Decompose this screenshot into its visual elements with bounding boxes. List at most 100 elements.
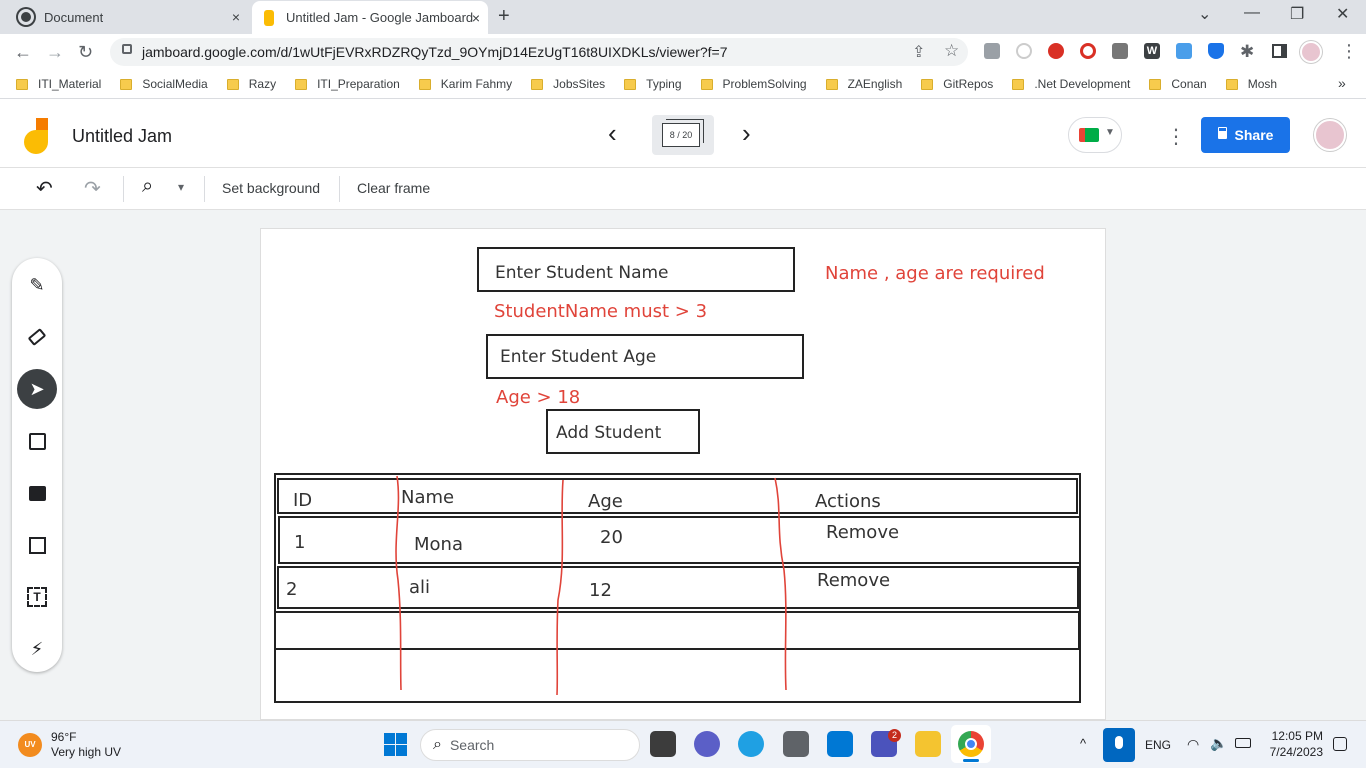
edge-icon[interactable] (738, 731, 764, 757)
lock-icon[interactable] (122, 44, 132, 54)
meet-button[interactable]: ▼ (1068, 117, 1122, 153)
bookmark-folder[interactable]: Typing (624, 77, 682, 91)
microphone-icon[interactable] (1103, 728, 1135, 762)
language-indicator[interactable]: ENG (1145, 738, 1171, 752)
weather-temp[interactable]: 96°F (51, 730, 76, 744)
age-validation-note: Age > 18 (496, 387, 581, 408)
previous-frame-button[interactable]: ‹ (608, 118, 617, 148)
minimize-button[interactable]: — (1244, 4, 1260, 22)
bookmark-folder[interactable]: JobsSites (531, 77, 605, 91)
cell-action: Remove (826, 522, 900, 543)
name-placeholder: Enter Student Name (495, 263, 669, 283)
teams-chat-icon[interactable] (694, 731, 720, 757)
blue-extension-icon[interactable] (1176, 43, 1192, 59)
tab-document[interactable]: Document × (8, 0, 248, 34)
uv-badge-icon[interactable]: UV (18, 733, 42, 757)
chrome-menu-icon[interactable]: ⋮ (1340, 41, 1358, 62)
red-divider-line (395, 475, 402, 691)
side-panel-icon[interactable] (1272, 44, 1287, 58)
bookmark-star-icon[interactable]: ☆ (944, 41, 959, 61)
clock-time[interactable]: 12:05 PM (1268, 729, 1323, 743)
age-placeholder: Enter Student Age (500, 347, 657, 367)
task-view-icon[interactable] (650, 731, 676, 757)
volume-icon[interactable]: 🔈 (1210, 735, 1227, 752)
file-explorer-icon[interactable] (915, 731, 941, 757)
tab-jamboard[interactable]: Untitled Jam - Google Jamboard × (252, 1, 488, 34)
frame-bar-button[interactable]: 8 / 20 (652, 115, 714, 155)
calculator-icon[interactable] (783, 731, 809, 757)
text-box-icon[interactable]: T (22, 582, 52, 612)
folder-icon (921, 78, 934, 90)
zoom-dropdown-icon[interactable]: ▾ (178, 180, 184, 194)
bookmark-folder[interactable]: Razy (226, 77, 276, 91)
maximize-button[interactable]: ❐ (1290, 4, 1304, 24)
bookmark-folder[interactable]: .Net Development (1012, 77, 1130, 91)
bookmark-folder[interactable]: ITI_Material (16, 77, 101, 91)
extension-icon[interactable] (1112, 43, 1128, 59)
undo-button[interactable]: ↶ (36, 176, 53, 201)
pen-icon[interactable]: ✎ (22, 270, 52, 300)
wifi-icon[interactable]: ◠ (1187, 736, 1199, 753)
redo-button[interactable]: ↷ (84, 176, 101, 201)
address-row: ← → ↻ jamboard.google.com/d/1wUtFjEVRxRD… (0, 34, 1366, 70)
clock-date[interactable]: 7/24/2023 (1263, 745, 1323, 759)
close-tab-icon[interactable]: × (232, 9, 240, 25)
more-options-icon[interactable]: ⋮ (1166, 124, 1186, 149)
close-window-button[interactable]: ✕ (1336, 4, 1349, 24)
back-button[interactable]: ← (14, 42, 32, 63)
player-extension-icon[interactable] (1016, 43, 1032, 59)
new-tab-button[interactable]: + (498, 5, 510, 28)
account-avatar[interactable] (1314, 119, 1346, 151)
select-cursor-icon[interactable]: ➤ (17, 369, 57, 409)
folder-icon (120, 78, 133, 90)
header-id: ID (293, 490, 313, 511)
bookmark-folder[interactable]: SocialMedia (120, 77, 208, 91)
camera-extension-icon[interactable] (984, 43, 1000, 59)
set-background-button[interactable]: Set background (222, 180, 320, 196)
url-text: jamboard.google.com/d/1wUtFjEVRxRDZRQyTz… (142, 44, 728, 60)
document-title[interactable]: Untitled Jam (72, 126, 172, 147)
tray-overflow-icon[interactable]: ^ (1080, 736, 1086, 751)
share-page-icon[interactable]: ⇪ (912, 42, 925, 62)
shape-icon[interactable] (22, 530, 52, 560)
student-age-input-sketch: Enter Student Age (486, 334, 804, 379)
profile-avatar[interactable] (1300, 41, 1322, 63)
next-frame-button[interactable]: › (742, 118, 751, 148)
bookmark-folder[interactable]: Karim Fahmy (418, 77, 512, 91)
share-button[interactable]: Share (1201, 117, 1290, 153)
eraser-icon[interactable] (22, 322, 52, 352)
reload-button[interactable]: ↻ (78, 42, 93, 63)
tab-title: Untitled Jam - Google Jamboard (286, 10, 474, 25)
windows-start-icon[interactable] (384, 733, 407, 756)
address-bar[interactable]: jamboard.google.com/d/1wUtFjEVRxRDZRQyTz… (110, 38, 968, 66)
bookmark-folder[interactable]: ZAEnglish (825, 77, 902, 91)
block-extension-icon[interactable] (1080, 43, 1096, 59)
battery-icon[interactable] (1235, 738, 1251, 748)
extensions-puzzle-icon[interactable]: ✱ (1240, 42, 1254, 62)
notification-icon[interactable] (1333, 737, 1347, 751)
vscode-icon[interactable] (827, 731, 853, 757)
word-extension-icon[interactable]: W (1144, 43, 1160, 59)
chrome-icon (958, 731, 984, 757)
bookmark-folder[interactable]: Conan (1149, 77, 1207, 91)
adblock-extension-icon[interactable] (1048, 43, 1064, 59)
clear-frame-button[interactable]: Clear frame (357, 180, 430, 196)
sticky-note-icon[interactable] (22, 426, 52, 456)
shield-extension-icon[interactable] (1208, 43, 1224, 59)
bookmark-folder[interactable]: Mosh (1225, 77, 1277, 91)
required-note: Name , age are required (825, 263, 1045, 284)
tab-search-icon[interactable]: ⌄ (1198, 4, 1211, 24)
laser-icon[interactable]: ⚡ (22, 634, 52, 664)
chrome-taskbar-button[interactable] (951, 725, 991, 763)
bookmark-folder[interactable]: ProblemSolving (700, 77, 807, 91)
bookmark-folder[interactable]: GitRepos (921, 77, 993, 91)
taskbar-search[interactable]: ⌕ Search (420, 729, 640, 761)
close-tab-icon[interactable]: × (472, 10, 480, 26)
bookmarks-overflow-icon[interactable]: » (1338, 75, 1346, 91)
folder-icon (16, 78, 28, 90)
bookmark-folder[interactable]: ITI_Preparation (295, 77, 400, 91)
forward-button[interactable]: → (46, 42, 64, 63)
zoom-icon[interactable]: ⌕ (142, 175, 153, 198)
image-icon[interactable] (22, 478, 52, 508)
weather-desc[interactable]: Very high UV (51, 745, 121, 759)
